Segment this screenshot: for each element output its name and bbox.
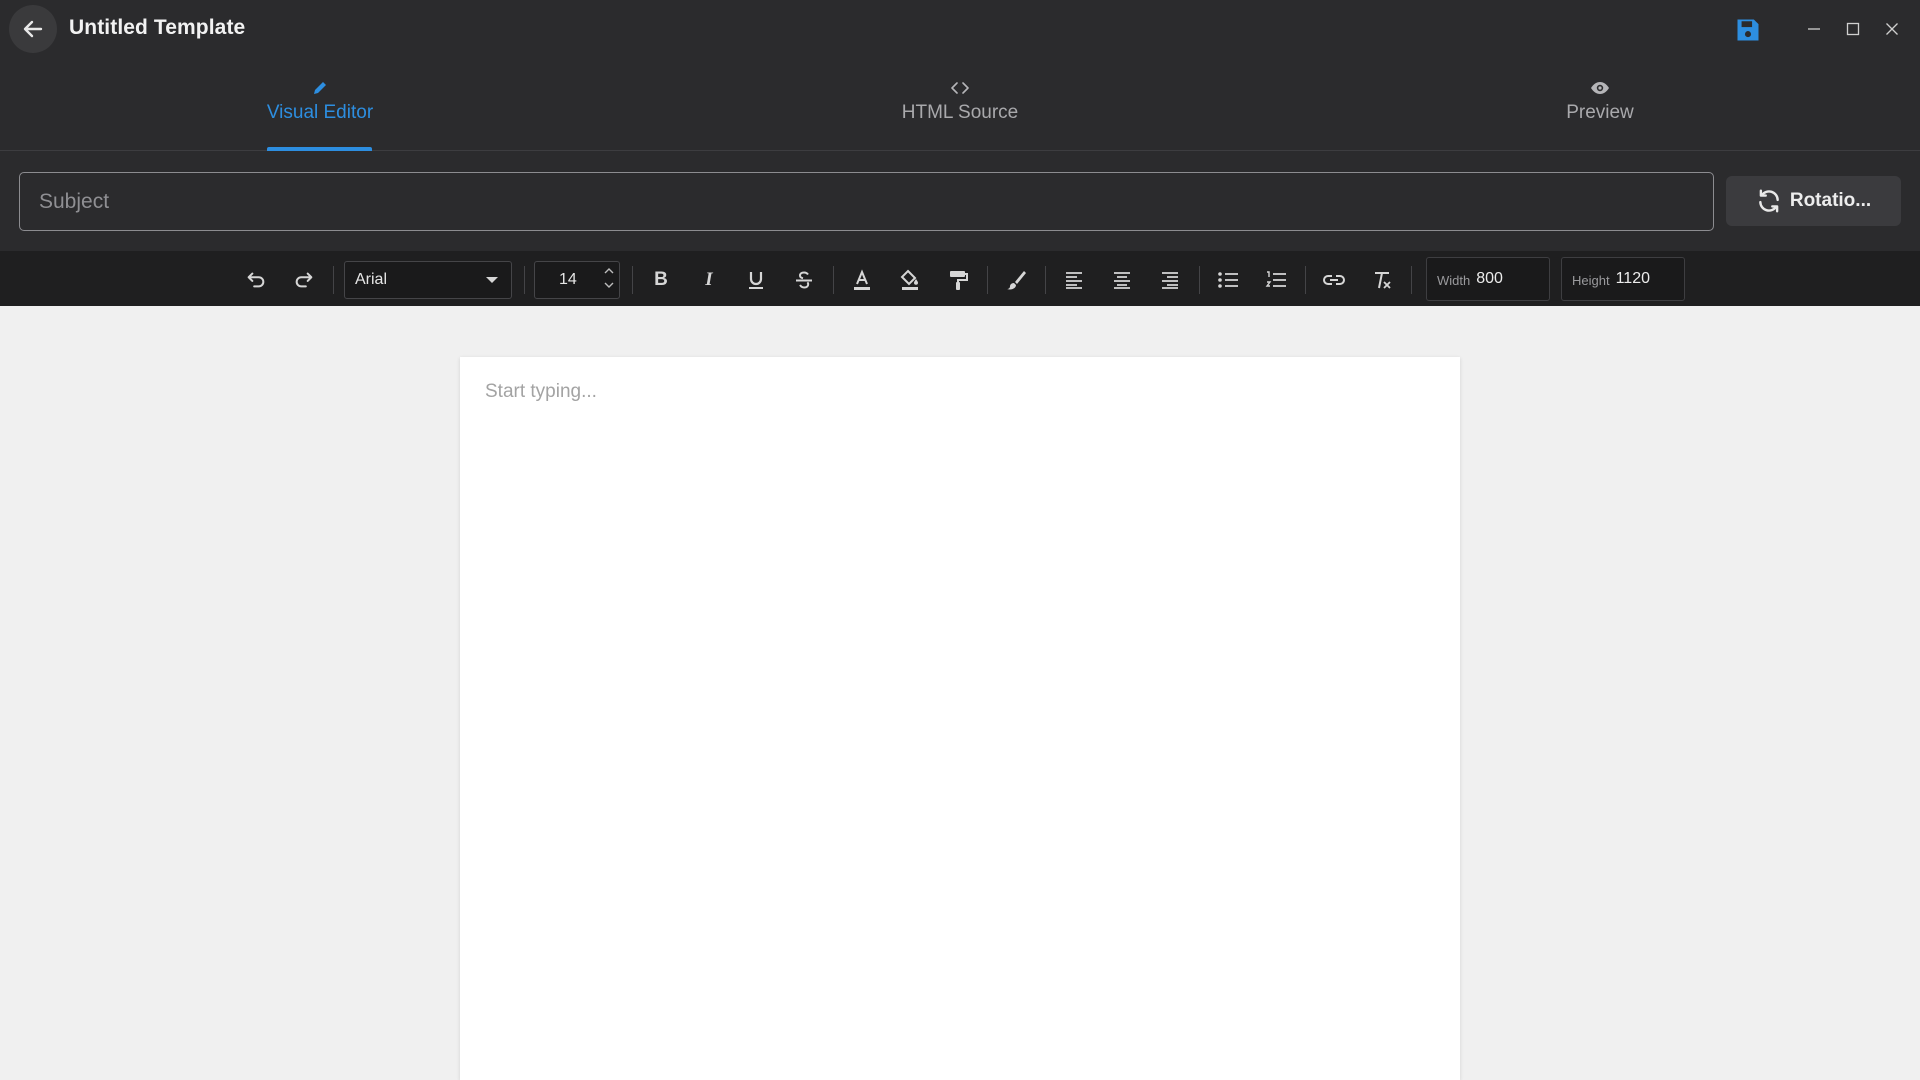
tab-label: Visual Editor <box>266 102 374 123</box>
tab-bar: Visual Editor HTML Source Preview <box>0 60 1920 151</box>
font-size-value: 14 <box>559 271 577 288</box>
toolbar-divider <box>1199 266 1200 294</box>
pencil-icon <box>314 82 326 94</box>
link-icon <box>1323 275 1345 285</box>
underline-icon <box>749 272 763 289</box>
brush-button[interactable] <box>1000 264 1032 296</box>
toolbar-divider <box>1305 266 1306 294</box>
toolbar-divider <box>1411 266 1412 294</box>
save-button[interactable] <box>1734 16 1762 44</box>
align-left-button[interactable] <box>1058 264 1090 296</box>
align-center-icon <box>1114 272 1130 289</box>
editor-placeholder: Start typing... <box>485 381 597 402</box>
close-icon <box>1886 23 1898 35</box>
width-label: Width <box>1437 272 1471 288</box>
align-right-icon <box>1162 272 1178 289</box>
link-button[interactable] <box>1318 264 1350 296</box>
bullet-list-icon <box>1218 272 1238 288</box>
titlebar: Untitled Template <box>0 0 1920 60</box>
subject-input[interactable] <box>19 172 1714 231</box>
toolbar-divider <box>833 266 834 294</box>
refresh-icon <box>1759 189 1779 213</box>
height-value: 1120 <box>1615 270 1650 287</box>
tab-html-source[interactable]: HTML Source <box>640 60 1280 150</box>
format-painter-icon <box>950 271 968 290</box>
align-center-button[interactable] <box>1106 264 1138 296</box>
chevron-up-icon[interactable] <box>603 265 615 277</box>
clear-formatting-icon <box>1375 272 1391 289</box>
text-color-icon <box>854 269 870 290</box>
window-title: Untitled Template <box>69 16 246 39</box>
text-color-button[interactable] <box>846 264 878 296</box>
underline-button[interactable] <box>740 264 772 296</box>
width-field[interactable]: Width 800 <box>1426 257 1550 301</box>
toolbar-divider <box>1045 266 1046 294</box>
eye-icon <box>1591 82 1609 94</box>
highlight-color-icon <box>900 269 918 290</box>
toolbar-divider <box>333 266 334 294</box>
minimize-button[interactable] <box>1801 16 1827 42</box>
bold-icon: B <box>654 269 668 290</box>
italic-button[interactable]: I <box>693 264 725 296</box>
rotation-button[interactable]: Rotatio... <box>1726 176 1901 226</box>
app-header: Untitled Template Visual Editor HTML Sou… <box>0 0 1920 251</box>
width-value: 800 <box>1476 270 1503 287</box>
highlight-color-button[interactable] <box>894 264 926 296</box>
numbered-list-button[interactable] <box>1260 264 1292 296</box>
font-family-select[interactable]: Arial <box>344 261 512 299</box>
undo-icon <box>247 272 265 288</box>
height-field[interactable]: Height 1120 <box>1561 257 1685 301</box>
font-family-value: Arial <box>355 271 388 288</box>
format-painter-button[interactable] <box>942 264 974 296</box>
rotation-button-label: Rotatio... <box>1789 190 1872 211</box>
toolbar-divider <box>524 266 525 294</box>
redo-button[interactable] <box>288 264 320 296</box>
tab-label: HTML Source <box>901 102 1019 123</box>
align-right-button[interactable] <box>1154 264 1186 296</box>
code-icon <box>951 82 969 94</box>
toolbar-divider <box>987 266 988 294</box>
strikethrough-button[interactable] <box>788 264 820 296</box>
chevron-down-icon[interactable] <box>603 279 615 291</box>
redo-icon <box>295 272 313 288</box>
bullet-list-button[interactable] <box>1212 264 1244 296</box>
floppy-disk-icon <box>1737 19 1759 41</box>
maximize-icon <box>1846 22 1860 36</box>
bold-button[interactable]: B <box>645 264 677 296</box>
back-button[interactable] <box>9 5 57 53</box>
editor-page[interactable]: Start typing... <box>460 357 1460 1080</box>
clear-formatting-button[interactable] <box>1366 264 1398 296</box>
close-button[interactable] <box>1879 16 1905 42</box>
toolbar-divider <box>632 266 633 294</box>
maximize-button[interactable] <box>1840 16 1866 42</box>
strikethrough-icon <box>796 271 812 289</box>
font-size-stepper[interactable]: 14 <box>534 261 620 299</box>
chevron-down-icon <box>486 277 498 283</box>
tab-visual-editor[interactable]: Visual Editor <box>0 60 640 150</box>
tab-label: Preview <box>1566 102 1634 123</box>
align-left-icon <box>1066 272 1082 289</box>
undo-button[interactable] <box>240 264 272 296</box>
arrow-left-icon <box>23 20 43 38</box>
minimize-icon <box>1808 28 1820 30</box>
numbered-list-icon <box>1265 271 1286 287</box>
italic-icon: I <box>705 269 713 290</box>
brush-icon <box>1007 271 1026 290</box>
active-tab-indicator <box>267 147 372 151</box>
height-label: Height <box>1572 272 1610 288</box>
tab-preview[interactable]: Preview <box>1280 60 1920 150</box>
